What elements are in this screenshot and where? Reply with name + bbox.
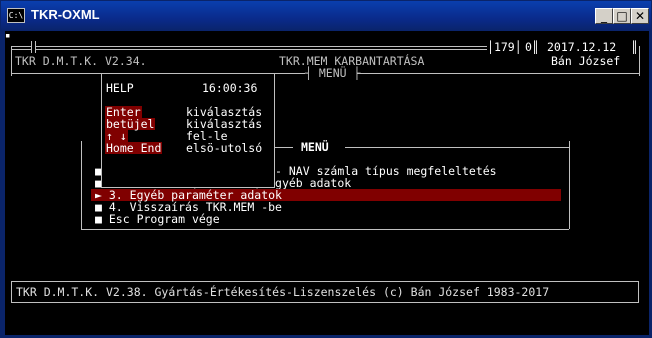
minimize-button[interactable]: _: [595, 8, 613, 24]
header-border-bottom: [11, 73, 101, 74]
menu-border-left: [81, 141, 82, 229]
console-app-icon[interactable]: C:\: [7, 8, 25, 23]
header-border-side: [11, 46, 12, 76]
system-menu-icon[interactable]: ▪: [5, 31, 15, 41]
header-counter-2: 0║: [525, 40, 539, 54]
header-date: 2017.12.12: [547, 40, 617, 54]
menu-border-top: [345, 147, 569, 148]
menu-border-top: [273, 147, 293, 148]
header-border-top: [35, 46, 487, 50]
header-border-right: ║: [631, 40, 638, 54]
help-title: HELP: [106, 81, 134, 95]
title-bar[interactable]: C:\ TKR-OXML _ □ ✕: [1, 1, 651, 31]
menu-title: MENÜ: [301, 140, 329, 154]
help-clock: 16:00:36: [202, 81, 258, 95]
window-title: TKR-OXML: [31, 7, 100, 22]
help-key: Home End: [105, 141, 163, 155]
menu-item-marker: ■: [95, 212, 102, 226]
maximize-button[interactable]: □: [613, 8, 631, 24]
status-bar: TKR D.M.T.K. V2.38. Gyártás-Értékesítés-…: [11, 281, 639, 303]
menu-item[interactable]: ■ Esc Program vége: [95, 213, 220, 225]
header-border-tick: [31, 41, 32, 53]
menu-border-bottom: [81, 229, 569, 230]
menu-border-right: [569, 141, 570, 229]
status-text: TKR D.M.T.K. V2.38. Gyártás-Értékesítés-…: [16, 285, 550, 299]
close-button[interactable]: ✕: [631, 8, 649, 24]
console-area[interactable]: ▪ │179│ 0║ 2017.12.12 ║ TKR D.M.T.K. V2.…: [5, 31, 649, 335]
menu-item-label: Esc Program vége: [108, 212, 220, 226]
header-counter-1: │179│: [487, 40, 522, 54]
header-system-name: TKR D.M.T.K. V2.34.: [15, 54, 147, 68]
header-menu-tag: ┤ MENÜ ├: [305, 66, 361, 80]
console-window: C:\ TKR-OXML _ □ ✕ ▪ │179│ 0║ 2017.12.12…: [0, 0, 652, 338]
help-desc: elsö-utolsó: [186, 141, 263, 155]
header-user: Bán József: [551, 54, 621, 68]
header-border-bottom: [273, 73, 305, 74]
header-border-left: [11, 46, 31, 50]
header-border-bottom: [357, 73, 639, 74]
help-popup: HELP 16:00:36 Enter kiválasztás betüjel …: [101, 73, 275, 188]
header-border-side: [639, 46, 640, 76]
